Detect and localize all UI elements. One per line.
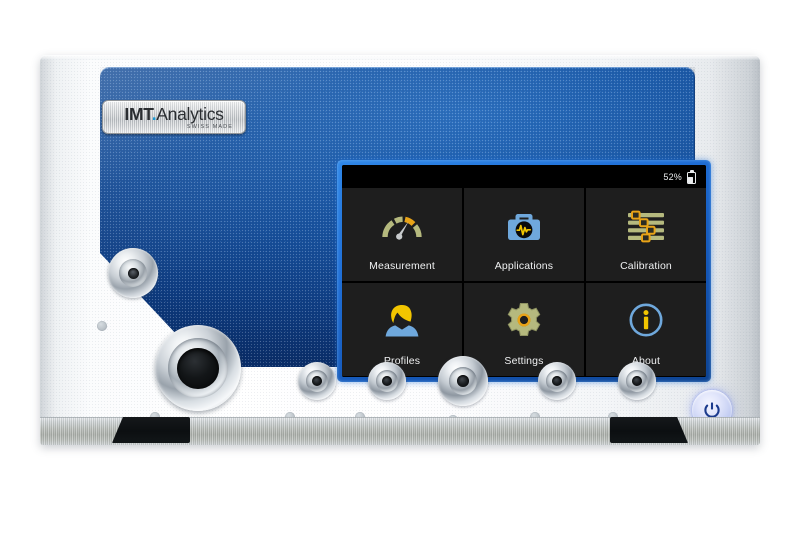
tile-label-calibration: Calibration <box>620 260 672 272</box>
touchscreen[interactable]: 52% Measurement Applications Calibration… <box>342 165 706 377</box>
gauge-icon <box>376 201 428 249</box>
tile-applications[interactable]: Applications <box>464 188 584 281</box>
port-3-bore <box>457 375 469 387</box>
main-menu-grid: Measurement Applications Calibration Pro… <box>342 188 706 377</box>
flow-tube-bore <box>177 348 219 389</box>
port-1[interactable] <box>298 362 336 400</box>
tile-label-applications: Applications <box>494 260 554 272</box>
port-5[interactable] <box>618 362 656 400</box>
port-1-bore <box>312 376 322 386</box>
rubber-foot-left <box>112 417 190 443</box>
imt-analytics-device: IMT.Analytics SWISS MADE 52% Measurement… <box>40 55 760 445</box>
tile-label-measurement: Measurement <box>369 260 435 272</box>
small-chrome-connector[interactable] <box>108 248 158 298</box>
enclosure-top-edge <box>40 55 760 60</box>
port-2-bore <box>382 376 392 386</box>
info-icon <box>620 296 672 344</box>
gear-icon <box>498 296 550 344</box>
tile-about[interactable]: About <box>586 283 706 376</box>
rubber-foot-right <box>610 417 688 443</box>
flow-tube-connector[interactable] <box>155 325 241 411</box>
brand-imt: IMT <box>124 103 152 124</box>
brand-name: IMT.Analytics <box>124 103 224 124</box>
status-bar: 52% <box>342 165 706 188</box>
battery-fill <box>688 177 693 183</box>
sliders-icon <box>620 201 672 249</box>
brand-subtitle: SWISS MADE <box>186 123 233 130</box>
touchscreen-bezel: 52% Measurement Applications Calibration… <box>337 160 711 382</box>
brand-analytics: Analytics <box>156 103 224 124</box>
device-base-strip <box>40 417 760 445</box>
screenshot-stage: IMT.Analytics SWISS MADE 52% Measurement… <box>0 0 800 533</box>
battery-icon <box>687 169 696 184</box>
tile-settings[interactable]: Settings <box>464 283 584 376</box>
port-2[interactable] <box>368 362 406 400</box>
tile-profiles[interactable]: Profiles <box>342 283 462 376</box>
port-3[interactable] <box>438 356 488 406</box>
user-profile-icon <box>376 296 428 344</box>
port-4-bore <box>552 376 562 386</box>
indicator-dot-0 <box>97 321 107 331</box>
battery-percent-label: 52% <box>663 171 682 182</box>
port-4[interactable] <box>538 362 576 400</box>
brand-nameplate: IMT.Analytics SWISS MADE <box>102 100 246 134</box>
medical-briefcase-icon <box>498 201 550 249</box>
tile-calibration: Calibration <box>586 188 706 281</box>
port-5-bore <box>632 376 642 386</box>
small-connector-bore <box>128 268 139 279</box>
tile-measurement[interactable]: Measurement <box>342 188 462 281</box>
